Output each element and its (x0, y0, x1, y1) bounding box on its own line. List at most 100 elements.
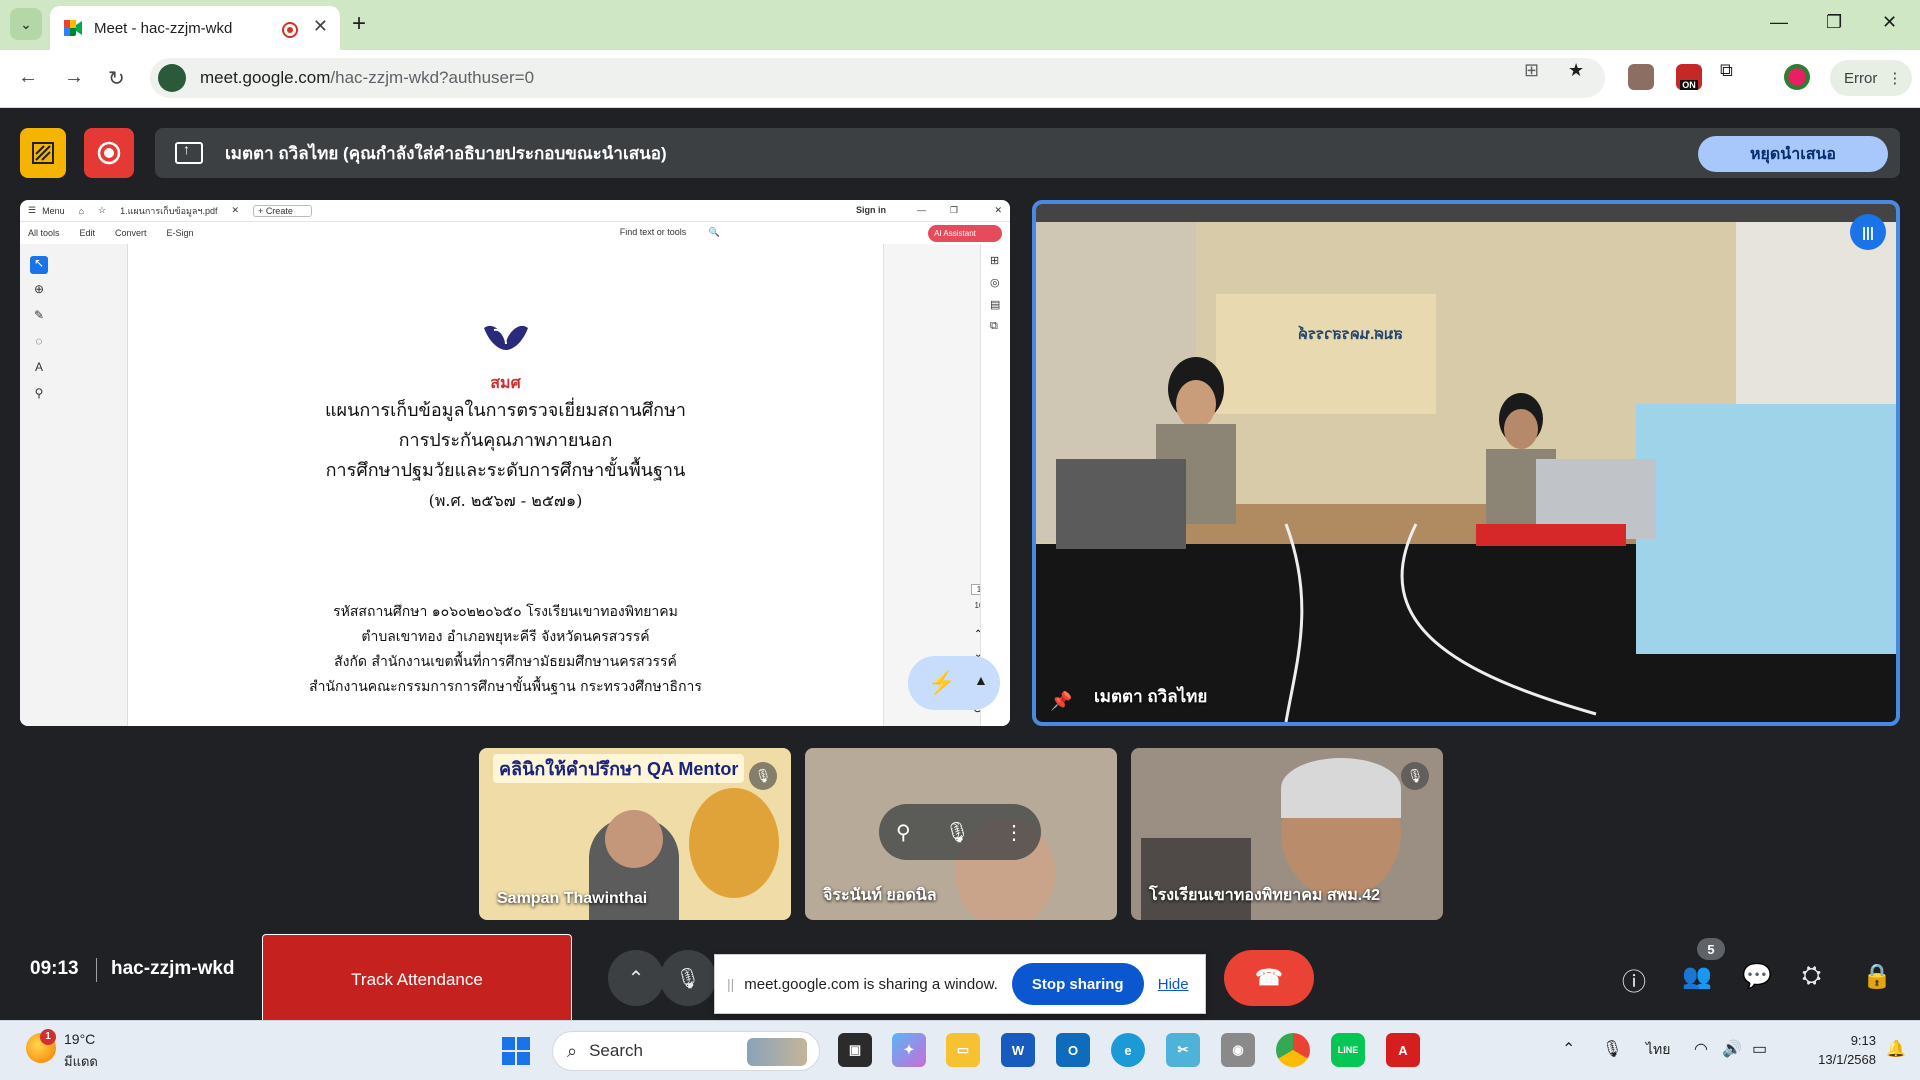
audio-options-button[interactable]: ⌃ (608, 950, 664, 1006)
leave-call-button[interactable]: ☎ (1224, 950, 1314, 1006)
pdf-side-icon-3[interactable]: ▤ (990, 298, 1000, 311)
weather-temp: 19°C (64, 1031, 96, 1047)
bookmark-star-icon[interactable]: ★ (1568, 60, 1584, 81)
on-extension-icon[interactable]: ON (1676, 64, 1702, 90)
tab-search-button[interactable]: ⌄ (10, 8, 42, 40)
pdf-side-icon-1[interactable]: ⊞ (990, 254, 999, 267)
pdf-menu-esign[interactable]: E-Sign (167, 228, 194, 238)
recording-button[interactable] (84, 128, 134, 178)
restore-button[interactable]: ❐ (1826, 12, 1842, 33)
task-view-icon[interactable]: ▣ (838, 1033, 872, 1067)
file-explorer-icon[interactable]: ▭ (946, 1033, 980, 1067)
close-window-button[interactable]: ✕ (1882, 12, 1897, 33)
wifi-icon[interactable]: ◠ (1694, 1039, 1708, 1059)
tray-mic-icon[interactable]: 🎙 (1602, 1039, 1622, 1059)
doc-title-line: แผนการเก็บข้อมูลในการตรวจเยี่ยมสถานศึกษา (324, 400, 687, 421)
active-tab[interactable]: Meet - hac-zzjm-wkd ✕ (50, 6, 340, 50)
input-language[interactable]: ไทย (1646, 1039, 1670, 1061)
profile-avatar[interactable] (1784, 64, 1810, 90)
hide-notice-link[interactable]: Hide (1158, 976, 1189, 993)
activities-icon[interactable]: ⛭ (1802, 962, 1821, 990)
tray-overflow-icon[interactable]: ⌃ (1562, 1039, 1575, 1059)
system-clock[interactable]: 9:13 13/1/2568 (1796, 1031, 1876, 1069)
forward-button[interactable]: → (64, 66, 84, 89)
present-screen-icon (175, 141, 203, 164)
close-tab-icon[interactable]: ✕ (313, 16, 328, 37)
stop-sharing-button[interactable]: Stop sharing (1011, 963, 1144, 1005)
home-icon[interactable]: ⌂ (79, 206, 84, 216)
outlook-icon[interactable]: O (1056, 1033, 1090, 1067)
mic-icon[interactable]: 🎙 (945, 820, 970, 845)
meeting-info-icon[interactable]: ⓘ (1622, 962, 1646, 997)
participant-face (605, 810, 663, 868)
pdf-close-tab-icon[interactable]: ✕ (232, 205, 240, 216)
text-tool-icon[interactable]: A (30, 360, 48, 378)
doc-body-line: สำนักงานคณะกรรมการการศึกษาขั้นพื้นฐาน กร… (309, 679, 702, 695)
copilot-icon[interactable]: ✦ (892, 1033, 926, 1067)
pdf-side-icon-4[interactable]: ⧉ (990, 320, 998, 333)
main-speaker-tile[interactable]: สมศ.นครสวรรค์ ||| 📌 เมตตา ถวิลไทย (1032, 200, 1900, 726)
track-attendance-button[interactable]: Track Attendance (262, 934, 572, 1026)
annotate-button[interactable] (20, 128, 66, 178)
pdf-menu-label[interactable]: Menu (42, 206, 65, 216)
doc-body-line: รหัสสถานศึกษา ๑๐๖๐๒๒๐๖๕๐ โรงเรียนเขาทองพ… (333, 604, 678, 620)
select-tool-icon[interactable]: ↖ (30, 256, 48, 274)
host-controls-lock-icon[interactable]: 🔒 (1862, 962, 1892, 991)
pen-tool-icon[interactable]: ✎ (30, 308, 48, 326)
speaker-name: เมตตา ถวิลไทย (1094, 687, 1208, 706)
new-tab-button[interactable]: + (352, 10, 366, 38)
minimize-button[interactable]: — (1770, 12, 1788, 33)
app-icon[interactable]: ◉ (1221, 1033, 1255, 1067)
participant-tile[interactable]: คลินิกให้คำปรึกษา QA Mentor 🎙 Sampan Tha… (479, 748, 791, 920)
share-notice-text: meet.google.com is sharing a window. (744, 975, 998, 993)
battery-icon[interactable]: ▭ (1752, 1039, 1767, 1059)
hamburger-icon[interactable]: ☰ (28, 205, 36, 216)
drag-handle-icon[interactable]: || (727, 976, 734, 992)
owl-extension-icon[interactable] (1628, 64, 1654, 90)
ai-assistant-button[interactable]: AI Assistant (928, 225, 1002, 242)
reload-button[interactable]: ↻ (108, 66, 125, 91)
chrome-icon[interactable] (1276, 1033, 1310, 1067)
pdf-win-restore-icon[interactable]: ❐ (950, 205, 958, 216)
annotation-toolbar-toggle[interactable]: ⚡ ▲ (908, 656, 1000, 710)
acrobat-icon[interactable]: A (1386, 1033, 1420, 1067)
stop-presenting-button[interactable]: หยุดนำเสนอ (1698, 136, 1888, 172)
lasso-tool-icon[interactable]: ◌ (30, 334, 48, 352)
participant-tile[interactable]: 🎙 โรงเรียนเขาทองพิทยาคม สพม.42 (1131, 748, 1443, 920)
taskbar-search[interactable]: ⌕ Search (552, 1031, 820, 1071)
site-info-icon[interactable] (158, 64, 186, 92)
pdf-menu-all-tools[interactable]: All tools (28, 228, 60, 238)
microphone-button[interactable]: 🎙 (660, 950, 716, 1006)
pin-icon[interactable]: 📌 (1050, 691, 1072, 712)
pdf-signin-link[interactable]: Sign in (856, 205, 886, 215)
pdf-side-icon-2[interactable]: ◎ (990, 276, 1000, 289)
chat-icon[interactable]: 💬 (1742, 962, 1772, 991)
pdf-find-field[interactable]: Find text or tools 🔍 (620, 227, 720, 238)
edge-icon[interactable]: e (1111, 1033, 1145, 1067)
pdf-menu-convert[interactable]: Convert (115, 228, 147, 238)
notification-bell-icon[interactable]: 🔔 (1886, 1039, 1906, 1059)
pdf-win-close-icon[interactable]: ✕ (994, 205, 1002, 216)
volume-icon[interactable]: 🔊 (1722, 1039, 1742, 1059)
pdf-win-minimize-icon[interactable]: — (917, 205, 926, 215)
start-button[interactable] (502, 1037, 530, 1065)
translate-icon[interactable]: ⊞ (1524, 60, 1539, 81)
pdf-menu-edit[interactable]: Edit (80, 228, 96, 238)
pdf-create-button[interactable]: + Create (253, 204, 312, 217)
people-icon[interactable]: 👥 (1682, 962, 1712, 991)
word-icon[interactable]: W (1001, 1033, 1035, 1067)
system-date: 13/1/2568 (1818, 1052, 1876, 1067)
profile-error-button[interactable]: Error ⋮ (1830, 60, 1912, 96)
stamp-tool-icon[interactable]: ⚲ (30, 386, 48, 404)
meet-control-bar: 09:13 hac-zzjm-wkd Track Attendance ⌃ 🎙 … (0, 920, 1920, 1026)
url-field[interactable]: meet.google.com/hac-zzjm-wkd?authuser=0 (150, 58, 1605, 98)
pdf-file-tab[interactable]: 1.แผนการเก็บข้อมูลฯ.pdf (120, 204, 217, 218)
line-app-icon[interactable]: LINE (1331, 1033, 1365, 1067)
pin-icon[interactable]: ⚲ (896, 820, 911, 845)
zoom-tool-icon[interactable]: ⊕ (30, 282, 48, 300)
snipping-tool-icon[interactable]: ✂ (1166, 1033, 1200, 1067)
extensions-puzzle-icon[interactable]: ⧉ (1720, 60, 1733, 81)
participant-tile[interactable]: ⚲ 🎙 ⋮ จิระนันท์ ยอดนิล (805, 748, 1117, 920)
more-options-icon[interactable]: ⋮ (1004, 820, 1024, 845)
back-button[interactable]: ← (18, 66, 38, 89)
